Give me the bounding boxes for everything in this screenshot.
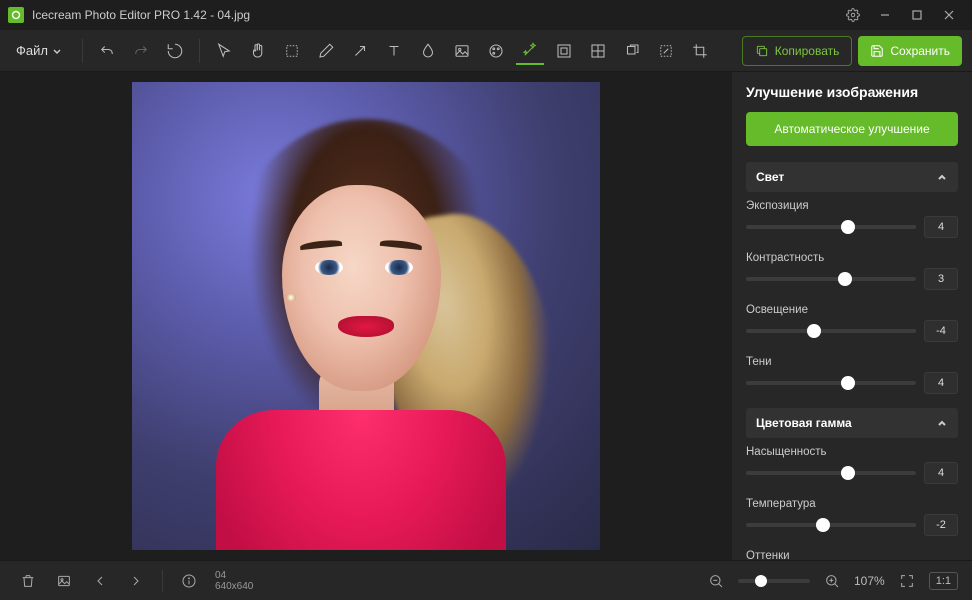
temperature-slider[interactable]: [746, 523, 916, 527]
hand-tool[interactable]: [244, 37, 272, 65]
shadows-value[interactable]: 4: [924, 372, 958, 394]
zoom-in-button[interactable]: [818, 567, 846, 595]
info-icon[interactable]: [175, 567, 203, 595]
window-controls: [838, 3, 964, 27]
enhance-tool[interactable]: [516, 37, 544, 65]
ratio-button[interactable]: 1:1: [929, 572, 958, 590]
layers-tool[interactable]: [618, 37, 646, 65]
temperature-row: Температура -2: [746, 498, 958, 536]
arrow-tool[interactable]: [346, 37, 374, 65]
delete-button[interactable]: [14, 567, 42, 595]
light-section-header[interactable]: Свет: [746, 162, 958, 192]
lighting-row: Освещение -4: [746, 304, 958, 342]
next-image-button[interactable]: [122, 567, 150, 595]
lighting-value[interactable]: -4: [924, 320, 958, 342]
exposure-slider[interactable]: [746, 225, 916, 229]
grid-tool[interactable]: [584, 37, 612, 65]
lighting-label: Освещение: [746, 304, 958, 316]
image-meta: 04 640x640: [215, 570, 253, 592]
blur-tool[interactable]: [414, 37, 442, 65]
reset-button[interactable]: [161, 37, 189, 65]
gallery-button[interactable]: [50, 567, 78, 595]
window-title: Icecream Photo Editor PRO 1.42 - 04.jpg: [32, 8, 838, 22]
copy-button[interactable]: Копировать: [742, 36, 853, 66]
dimensions-text: 640x640: [215, 581, 253, 592]
panel-title: Улучшение изображения: [746, 84, 958, 100]
contrast-value[interactable]: 3: [924, 268, 958, 290]
auto-enhance-button[interactable]: Автоматическое улучшение: [746, 112, 958, 146]
crop-tool[interactable]: [686, 37, 714, 65]
tint-label: Оттенки: [746, 550, 958, 560]
color-section-label: Цветовая гамма: [756, 416, 852, 430]
resize-tool[interactable]: [652, 37, 680, 65]
saturation-value[interactable]: 4: [924, 462, 958, 484]
exposure-value[interactable]: 4: [924, 216, 958, 238]
zoom-out-button[interactable]: [702, 567, 730, 595]
save-label: Сохранить: [890, 44, 950, 58]
app-icon: [8, 7, 24, 23]
titlebar: Icecream Photo Editor PRO 1.42 - 04.jpg: [0, 0, 972, 30]
color-section-header[interactable]: Цветовая гамма: [746, 408, 958, 438]
zoom-percent: 107%: [854, 574, 885, 588]
saturation-slider[interactable]: [746, 471, 916, 475]
shadows-slider[interactable]: [746, 381, 916, 385]
contrast-row: Контрастность 3: [746, 252, 958, 290]
divider: [162, 570, 163, 592]
maximize-button[interactable]: [902, 3, 932, 27]
divider: [199, 39, 200, 63]
shadows-row: Тени 4: [746, 356, 958, 394]
photo-preview: [132, 82, 600, 550]
color-tool[interactable]: [482, 37, 510, 65]
bottombar: 04 640x640 107% 1:1: [0, 560, 972, 600]
save-button[interactable]: Сохранить: [858, 36, 962, 66]
saturation-row: Насыщенность 4: [746, 446, 958, 484]
close-button[interactable]: [934, 3, 964, 27]
fullscreen-button[interactable]: [893, 567, 921, 595]
right-panel: Улучшение изображения Автоматическое улу…: [732, 72, 972, 560]
chevron-up-icon: [936, 171, 948, 183]
settings-icon[interactable]: [838, 3, 868, 27]
temperature-label: Температура: [746, 498, 958, 510]
exposure-label: Экспозиция: [746, 200, 958, 212]
exposure-row: Экспозиция 4: [746, 200, 958, 238]
pointer-tool[interactable]: [210, 37, 238, 65]
lighting-slider[interactable]: [746, 329, 916, 333]
main-area: Улучшение изображения Автоматическое улу…: [0, 72, 972, 560]
image-tool[interactable]: [448, 37, 476, 65]
filename-text: 04: [215, 570, 253, 581]
contrast-slider[interactable]: [746, 277, 916, 281]
chevron-up-icon: [936, 417, 948, 429]
shadows-label: Тени: [746, 356, 958, 368]
frame-tool[interactable]: [550, 37, 578, 65]
divider: [82, 39, 83, 63]
select-tool[interactable]: [278, 37, 306, 65]
minimize-button[interactable]: [870, 3, 900, 27]
redo-button[interactable]: [127, 37, 155, 65]
tint-row: Оттенки 2: [746, 550, 958, 560]
temperature-value[interactable]: -2: [924, 514, 958, 536]
zoom-slider[interactable]: [738, 579, 810, 583]
canvas-area[interactable]: [0, 72, 732, 560]
file-menu[interactable]: Файл: [10, 39, 68, 62]
copy-label: Копировать: [775, 44, 840, 58]
brush-tool[interactable]: [312, 37, 340, 65]
contrast-label: Контрастность: [746, 252, 958, 264]
light-section-label: Свет: [756, 170, 784, 184]
saturation-label: Насыщенность: [746, 446, 958, 458]
undo-button[interactable]: [93, 37, 121, 65]
toolbar: Файл Копировать Сохранить: [0, 30, 972, 72]
file-menu-label: Файл: [16, 43, 48, 58]
prev-image-button[interactable]: [86, 567, 114, 595]
text-tool[interactable]: [380, 37, 408, 65]
